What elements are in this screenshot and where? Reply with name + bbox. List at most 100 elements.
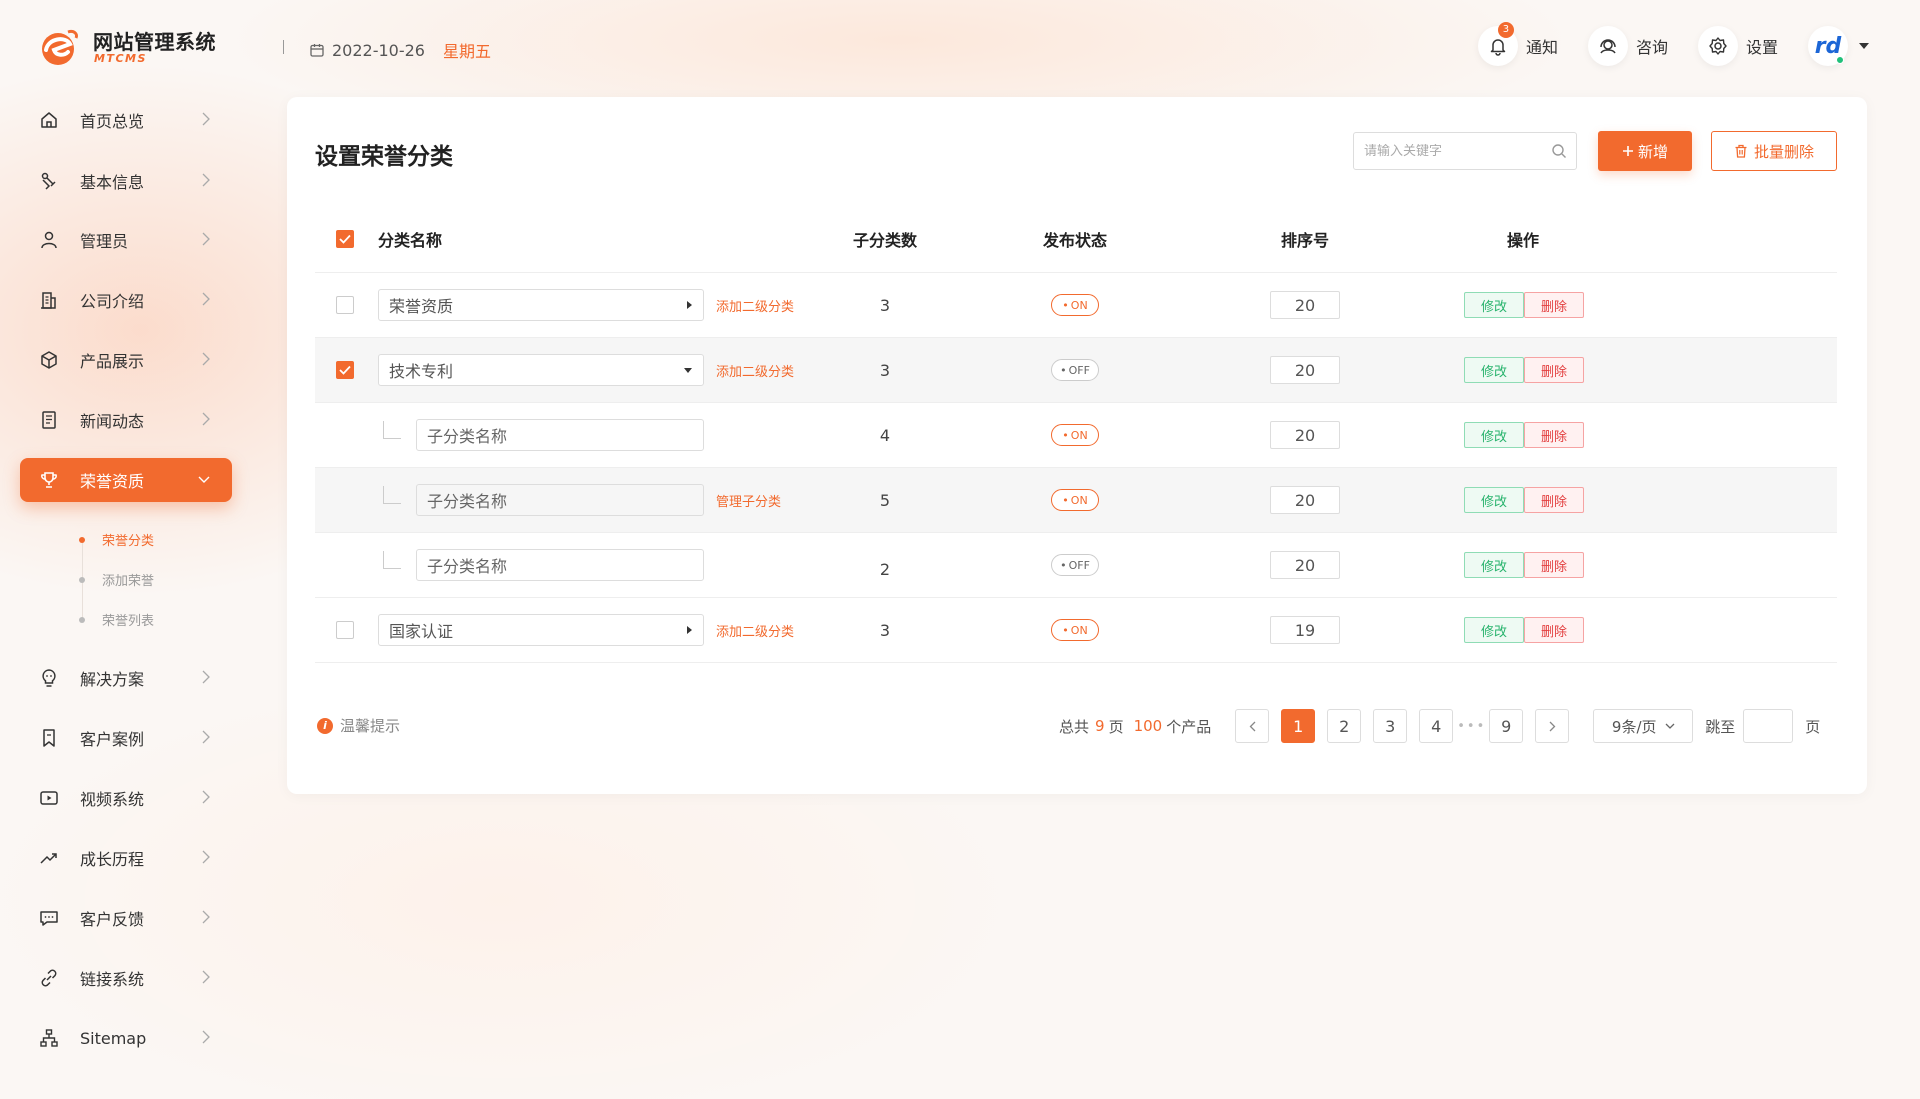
- sidebar-item-solutions[interactable]: 解决方案: [20, 656, 232, 700]
- select-all-checkbox[interactable]: [336, 229, 354, 248]
- table-row: 荣誉资质 添加二级分类 3 • ON 20 修改 删除: [315, 273, 1837, 338]
- sort-input[interactable]: 20: [1270, 291, 1340, 319]
- manage-subcategory-link[interactable]: 管理子分类: [716, 491, 781, 510]
- settings-button[interactable]: 设置: [1697, 26, 1778, 66]
- page-button[interactable]: 1: [1281, 709, 1316, 743]
- status-toggle[interactable]: • OFF: [1051, 359, 1099, 381]
- status-cell: • ON: [1015, 468, 1135, 532]
- sidebar-item-basic-info[interactable]: 基本信息: [20, 159, 232, 203]
- sidebar-item-video[interactable]: 视频系统: [20, 776, 232, 820]
- add-subcategory-link[interactable]: 添加二级分类: [716, 361, 794, 380]
- page-button[interactable]: 4: [1419, 709, 1454, 743]
- sidebar-item-honors[interactable]: 荣誉资质: [20, 458, 232, 502]
- jump-page-input[interactable]: [1743, 709, 1794, 743]
- category-select[interactable]: 国家认证: [378, 614, 704, 646]
- edit-button[interactable]: 修改: [1464, 292, 1524, 318]
- next-page-button[interactable]: [1535, 709, 1570, 743]
- page-button[interactable]: 3: [1373, 709, 1408, 743]
- subcategory-name-input[interactable]: 子分类名称: [416, 549, 704, 581]
- main-panel: 设置荣誉分类 新增 批量删除 分类名称 子分类数 发布状态 排序号 操作: [287, 97, 1867, 794]
- row-checkbox[interactable]: [336, 621, 354, 639]
- tip-link[interactable]: i 温馨提示: [317, 715, 400, 736]
- chevron-right-icon: [202, 1030, 210, 1044]
- page-button[interactable]: 2: [1327, 709, 1362, 743]
- edit-button[interactable]: 修改: [1464, 357, 1524, 383]
- search-field[interactable]: [1353, 132, 1577, 170]
- sort-input[interactable]: 19: [1270, 616, 1340, 644]
- header-ops: 操作: [1506, 230, 1539, 250]
- page-button[interactable]: 9: [1489, 709, 1524, 743]
- subcategory-name: 子分类名称: [427, 492, 508, 511]
- category-select[interactable]: 技术专利: [378, 354, 704, 386]
- sidebar-item-sitemap[interactable]: Sitemap: [20, 1016, 232, 1060]
- search-icon[interactable]: [1551, 143, 1567, 159]
- prev-page-button[interactable]: [1235, 709, 1270, 743]
- category-select[interactable]: 荣誉资质: [378, 289, 704, 321]
- sidebar-item-cases[interactable]: 客户案例: [20, 716, 232, 760]
- page-size-select[interactable]: 9条/页: [1593, 709, 1694, 743]
- sidebar-item-admin[interactable]: 管理员: [20, 218, 232, 262]
- edit-button[interactable]: 修改: [1464, 487, 1524, 513]
- notify-button[interactable]: 3 通知: [1477, 22, 1558, 66]
- row-checkbox[interactable]: [336, 296, 354, 314]
- edit-button[interactable]: 修改: [1464, 552, 1524, 578]
- add-subcategory-link[interactable]: 添加二级分类: [716, 621, 794, 640]
- total-items: 100: [1133, 717, 1163, 735]
- status-toggle[interactable]: • ON: [1051, 294, 1099, 316]
- submenu-item-honor-list[interactable]: 荣誉列表: [79, 610, 154, 629]
- submenu-dot: [79, 536, 85, 543]
- user-menu[interactable]: rd: [1808, 26, 1870, 66]
- delete-button[interactable]: 删除: [1524, 552, 1584, 578]
- edit-button[interactable]: 修改: [1464, 422, 1524, 448]
- sidebar-item-products[interactable]: 产品展示: [20, 338, 232, 382]
- sidebar-item-company[interactable]: 公司介绍: [20, 278, 232, 322]
- sidebar-item-label: 视频系统: [80, 790, 145, 809]
- sidebar-item-links[interactable]: 链接系统: [20, 956, 232, 1000]
- header-sort: 排序号: [1280, 230, 1329, 250]
- sidebar-item-news[interactable]: 新闻动态: [20, 398, 232, 442]
- bulb-icon: [38, 667, 60, 689]
- edit-button[interactable]: 修改: [1464, 617, 1524, 643]
- submenu-item-add-honor[interactable]: 添加荣誉: [79, 570, 154, 589]
- sort-input[interactable]: 20: [1270, 356, 1340, 384]
- delete-button[interactable]: 删除: [1524, 617, 1584, 643]
- sidebar-item-label: 产品展示: [80, 352, 145, 371]
- sidebar-item-home[interactable]: 首页总览: [20, 98, 232, 142]
- row-checkbox[interactable]: [336, 361, 354, 379]
- delete-button[interactable]: 删除: [1524, 422, 1584, 448]
- sort-cell: 20: [1245, 338, 1365, 402]
- add-button[interactable]: 新增: [1598, 131, 1692, 171]
- status-text: ON: [1070, 623, 1088, 637]
- chevron-right-icon: [202, 112, 210, 126]
- home-icon: [38, 109, 60, 131]
- trend-icon: [38, 847, 60, 869]
- sort-input[interactable]: 20: [1270, 551, 1340, 579]
- delete-cell: 删除: [1524, 533, 1584, 597]
- consult-button[interactable]: 咨询: [1587, 26, 1668, 66]
- status-toggle[interactable]: • ON: [1051, 619, 1099, 641]
- sidebar-item-label: 首页总览: [80, 112, 145, 131]
- sidebar-item-growth[interactable]: 成长历程: [20, 836, 232, 880]
- status-toggle[interactable]: • ON: [1051, 424, 1099, 446]
- consult-icon-wrap: [1587, 26, 1628, 66]
- delete-button[interactable]: 删除: [1524, 357, 1584, 383]
- name-cell: 子分类名称: [416, 468, 704, 532]
- status-toggle[interactable]: • ON: [1051, 489, 1099, 511]
- batch-delete-button[interactable]: 批量删除: [1711, 131, 1837, 171]
- subcategory-name-input[interactable]: 子分类名称: [416, 419, 704, 451]
- delete-button[interactable]: 删除: [1524, 487, 1584, 513]
- bookmark-icon: [38, 727, 60, 749]
- delete-button[interactable]: 删除: [1524, 292, 1584, 318]
- search-input[interactable]: [1364, 143, 1534, 159]
- submenu-item-honor-category[interactable]: 荣誉分类: [79, 530, 154, 549]
- delete-cell: 删除: [1524, 403, 1584, 467]
- sort-input[interactable]: 20: [1270, 486, 1340, 514]
- sidebar-item-feedback[interactable]: 客户反馈: [20, 896, 232, 940]
- pagination: 总共 9 页 100 个产品 1 2 3 4 ••• 9 9条/页 跳至 页: [1059, 709, 1820, 743]
- add-subcategory-link[interactable]: 添加二级分类: [716, 296, 794, 315]
- row-checkbox-cell: [336, 338, 354, 402]
- sort-input[interactable]: 20: [1270, 421, 1340, 449]
- subcategory-name-input[interactable]: 子分类名称: [416, 484, 704, 516]
- avatar-text: rd: [1814, 33, 1842, 59]
- status-toggle[interactable]: • OFF: [1051, 554, 1099, 576]
